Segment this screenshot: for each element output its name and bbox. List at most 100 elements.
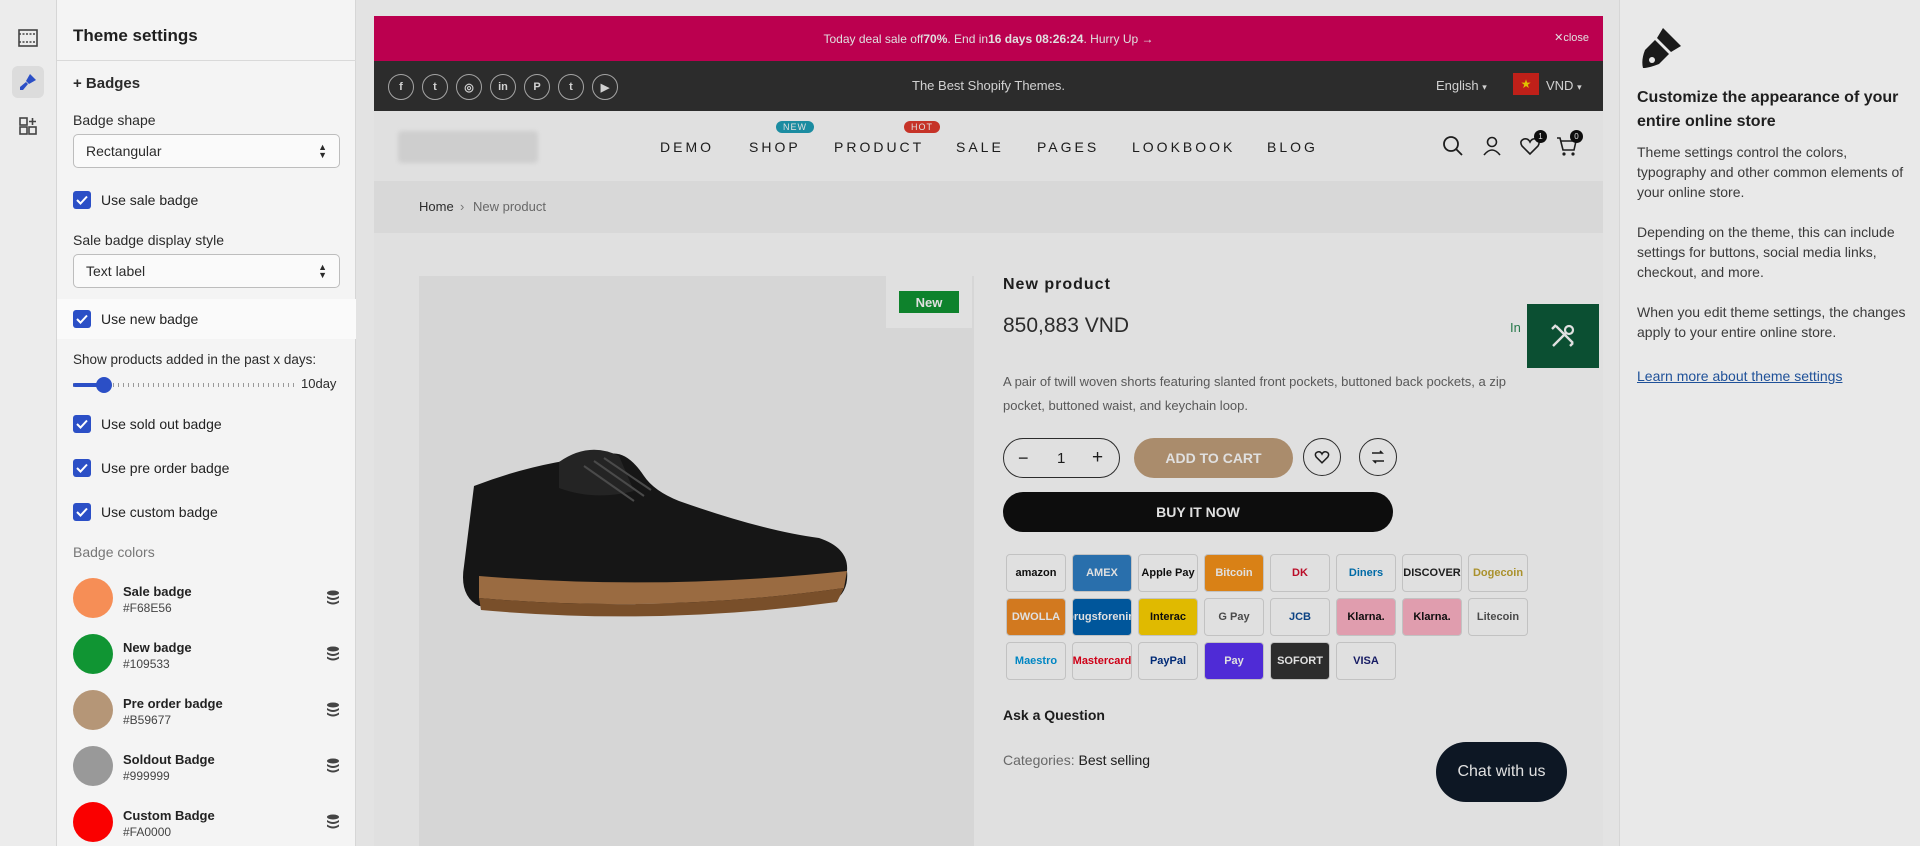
product-title: New product (1003, 276, 1111, 293)
promo-close-button[interactable]: ✕close (1554, 31, 1589, 44)
menu-shop[interactable]: SHOP (749, 139, 801, 155)
settings-panel-lower: Use new badge Show products added in the… (57, 0, 356, 846)
chat-with-us-button[interactable]: Chat with us (1436, 742, 1567, 802)
language-select[interactable]: English ▾ (1436, 78, 1487, 93)
payment-method-icon: Mastercard (1072, 642, 1132, 680)
use-sold-out-checkbox[interactable]: Use sold out badge (73, 413, 222, 435)
learn-more-link[interactable]: Learn more about theme settings (1637, 368, 1842, 384)
swatch-name: Pre order badge (123, 696, 223, 711)
category-link[interactable]: Best selling (1078, 752, 1150, 768)
info-paragraph: Depending on the theme, this can include… (1637, 224, 1895, 280)
icon-rail (0, 0, 57, 846)
payment-method-icon: Litecoin (1468, 598, 1528, 636)
product-image[interactable] (419, 276, 974, 846)
swatch-hex: #FA0000 (123, 825, 172, 839)
days-slider-handle[interactable] (96, 377, 113, 393)
color-swatch[interactable] (73, 578, 113, 618)
badge-colors-label: Badge colors (73, 544, 155, 560)
color-swatch[interactable] (73, 634, 113, 674)
payment-method-icon: SOFORT (1270, 642, 1330, 680)
hot-menu-badge: HOT (904, 121, 940, 133)
menu-demo[interactable]: DEMO (660, 139, 714, 155)
swatch-name: Sale badge (123, 584, 192, 599)
color-swatch[interactable] (73, 746, 113, 786)
database-icon[interactable] (326, 702, 340, 718)
language-value: English (1436, 78, 1479, 93)
currency-select[interactable]: VND ▾ (1546, 78, 1582, 93)
payment-method-icon: Bitcoin (1204, 554, 1264, 592)
swatch-row[interactable]: New badge #109533 (73, 632, 340, 674)
store-logo[interactable] (398, 131, 538, 163)
checkmark-icon (73, 503, 91, 521)
ask-question-link[interactable]: Ask a Question (1003, 707, 1105, 723)
payment-method-icon: DISCOVER (1402, 554, 1462, 592)
close-icon: ✕ (1554, 32, 1564, 44)
database-icon[interactable] (326, 814, 340, 830)
swatch-row[interactable]: Sale badge #F68E56 (73, 576, 340, 618)
promo-percent: 70% (923, 31, 948, 46)
minus-icon[interactable]: − (1018, 448, 1029, 469)
payment-method-icon: Dogecoin (1468, 554, 1528, 592)
days-value: 10day (301, 376, 337, 391)
database-icon[interactable] (326, 590, 340, 606)
database-icon[interactable] (326, 758, 340, 774)
apps-icon[interactable] (12, 110, 44, 142)
payment-method-icon: Klarna. (1402, 598, 1462, 636)
use-pre-order-checkbox[interactable]: Use pre order badge (73, 457, 229, 479)
swatch-row[interactable]: Soldout Badge #999999 (73, 744, 340, 786)
checkmark-icon (73, 415, 91, 433)
info-title: Customize the appearance of your entire … (1637, 89, 1899, 130)
breadcrumb-chevron-icon: › (460, 199, 465, 214)
product-categories: Categories: Best selling (1003, 752, 1150, 768)
use-new-badge-checkbox[interactable]: Use new badge (73, 308, 198, 330)
quantity-stepper[interactable]: − 1 + (1003, 438, 1120, 478)
plus-icon[interactable]: + (1092, 447, 1103, 469)
theme-settings-brush-icon[interactable] (12, 66, 44, 98)
payment-method-icon: Maestro (1006, 642, 1066, 680)
menu-sale[interactable]: SALE (956, 139, 1004, 155)
use-new-badge-label: Use new badge (101, 311, 199, 327)
product-description: A pair of twill woven shorts featuring s… (1003, 374, 1506, 413)
wishlist-button[interactable] (1303, 438, 1341, 476)
promo-countdown: 16 days 08:26:24 (988, 31, 1084, 46)
color-swatch[interactable] (73, 802, 113, 842)
chevron-down-icon: ▾ (1482, 82, 1487, 92)
use-custom-checkbox[interactable]: Use custom badge (73, 501, 218, 523)
menu-blog[interactable]: BLOG (1267, 139, 1318, 155)
breadcrumb-current: New product (473, 199, 546, 214)
wishlist-count: 1 (1534, 130, 1547, 143)
menu-lookbook[interactable]: LOOKBOOK (1132, 139, 1235, 155)
payment-method-icon: Forbrugsforeningen (1072, 598, 1132, 636)
swatch-row[interactable]: Custom Badge #FA0000 (73, 800, 340, 842)
payment-method-icon: Apple Pay (1138, 554, 1198, 592)
stock-status: In (1510, 320, 1521, 335)
search-icon[interactable] (1442, 135, 1464, 157)
payment-method-icon: Interac (1138, 598, 1198, 636)
swatch-hex: #109533 (123, 657, 170, 671)
quantity-value[interactable]: 1 (1057, 450, 1065, 467)
tools-button[interactable] (1525, 302, 1601, 370)
buy-now-button[interactable]: BUY IT NOW (1003, 492, 1393, 532)
account-icon[interactable] (1481, 135, 1503, 157)
add-to-cart-button[interactable]: ADD TO CART (1134, 438, 1293, 478)
sections-icon[interactable] (12, 22, 44, 54)
swatch-row[interactable]: Pre order badge #B59677 (73, 688, 340, 730)
menu-pages[interactable]: PAGES (1037, 139, 1099, 155)
store-header: DEMO SHOP NEW PRODUCT HOT SALE PAGES LOO… (374, 111, 1603, 181)
swatch-hex: #F68E56 (123, 601, 172, 615)
breadcrumb: Home › New product (374, 181, 1603, 233)
payment-method-icon: Pay (1204, 642, 1264, 680)
database-icon[interactable] (326, 646, 340, 662)
swatch-hex: #999999 (123, 769, 170, 783)
heart-icon (1314, 451, 1330, 464)
store-navbar: f t ◎ in P t ▶ The Best Shopify Themes. … (374, 61, 1603, 111)
menu-product[interactable]: PRODUCT (834, 139, 924, 155)
info-paragraph: Theme settings control the colors, typog… (1637, 144, 1904, 200)
color-swatch[interactable] (73, 690, 113, 730)
info-panel: Customize the appearance of your entire … (1619, 0, 1920, 846)
compare-button[interactable] (1359, 438, 1397, 476)
breadcrumb-home[interactable]: Home (419, 199, 454, 214)
cart-count: 0 (1570, 130, 1583, 143)
payment-method-icon: G Pay (1204, 598, 1264, 636)
payment-method-icon: AMEX (1072, 554, 1132, 592)
